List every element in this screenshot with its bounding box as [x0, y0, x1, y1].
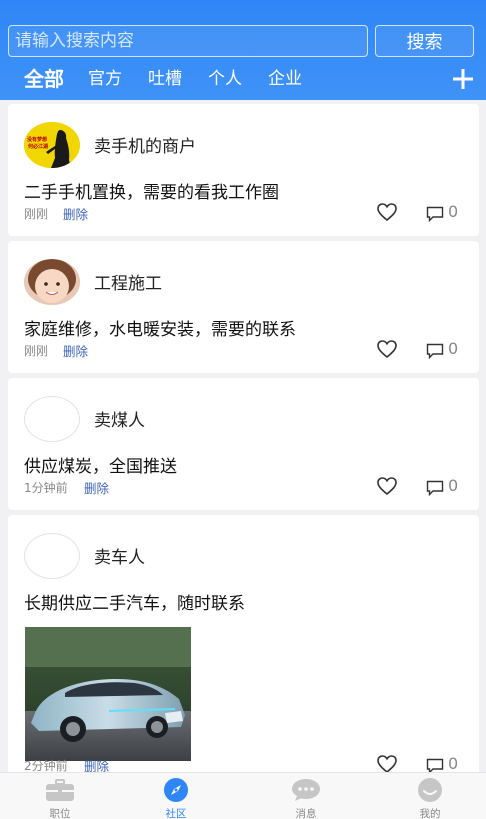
post-content: 长期供应二手汽车，随时联系 [24, 594, 245, 614]
post-time: 2分钟前 [24, 759, 68, 772]
delete-button[interactable]: 删除 [63, 204, 88, 223]
comment-count: 0 [448, 476, 459, 495]
tab-enterprise[interactable]: 企业 [268, 66, 302, 92]
avatar [24, 259, 80, 305]
avatar [24, 396, 80, 442]
post-card[interactable]: 卖煤人 供应煤炭，全国推送 1分钟前 删除 0 [8, 378, 479, 510]
heart-icon[interactable] [376, 476, 398, 496]
avatar-text-line-2: 何必江湖 [28, 144, 49, 150]
post-image[interactable] [25, 627, 191, 761]
comment-icon[interactable] [426, 480, 444, 496]
comment-icon[interactable] [426, 206, 444, 222]
heart-icon[interactable] [376, 754, 398, 772]
post-content: 二手手机置换，需要的看我工作圈 [24, 183, 279, 203]
comment-icon[interactable] [426, 758, 444, 772]
post-card[interactable]: 没有梦想 何必江湖 卖手机的商户 二手手机置换，需要的看我工作圈 刚刚 删除 0 [8, 104, 479, 236]
post-time: 刚刚 [24, 207, 49, 221]
search-input[interactable] [8, 25, 368, 57]
post-content: 家庭维修，水电暖安装，需要的联系 [24, 320, 296, 340]
avatar [24, 533, 80, 579]
post-card[interactable]: 工程施工 家庭维修，水电暖安装，需要的联系 刚刚 删除 0 [8, 241, 479, 373]
tab-personal[interactable]: 个人 [208, 66, 242, 92]
briefcase-icon [46, 779, 74, 801]
post-card[interactable]: 卖车人 长期供应二手汽车，随时联系 2分钟前 删除 0 [8, 515, 479, 772]
heart-icon[interactable] [376, 339, 398, 359]
nav-me[interactable]: 我的 [390, 773, 470, 819]
header: 搜索 全部 官方 吐槽 个人 企业 [0, 0, 486, 100]
post-content: 供应煤炭，全国推送 [24, 457, 177, 477]
smiley-icon [418, 778, 442, 802]
nav-jobs-label: 职位 [49, 808, 71, 819]
nav-messages-label: 消息 [295, 808, 317, 819]
chat-icon [292, 779, 320, 801]
post-feed: 没有梦想 何必江湖 卖手机的商户 二手手机置换，需要的看我工作圈 刚刚 删除 0… [0, 100, 486, 772]
nav-community[interactable]: 社区 [136, 773, 216, 819]
comment-icon[interactable] [426, 343, 444, 359]
add-icon[interactable] [452, 68, 474, 90]
heart-icon[interactable] [376, 202, 398, 222]
avatar: 没有梦想 何必江湖 [24, 122, 80, 168]
nav-me-label: 我的 [419, 808, 441, 819]
compass-icon [164, 778, 188, 802]
post-username: 工程施工 [94, 274, 162, 294]
nav-messages[interactable]: 消息 [266, 773, 346, 819]
nav-community-label: 社区 [165, 808, 187, 819]
post-time: 刚刚 [24, 344, 49, 358]
post-time: 1分钟前 [24, 481, 68, 495]
tab-all[interactable]: 全部 [24, 66, 64, 92]
comment-count: 0 [448, 754, 459, 772]
avatar-image [24, 259, 80, 305]
delete-button[interactable]: 删除 [84, 478, 109, 497]
search-button[interactable]: 搜索 [375, 25, 474, 57]
delete-button[interactable]: 删除 [84, 756, 109, 772]
post-username: 卖车人 [94, 548, 145, 568]
bottom-nav: 职位 社区 消息 我的 [0, 772, 486, 819]
delete-button[interactable]: 删除 [63, 341, 88, 360]
nav-jobs[interactable]: 职位 [20, 773, 100, 819]
comment-count: 0 [448, 339, 459, 358]
tab-complaints[interactable]: 吐槽 [148, 66, 182, 92]
avatar-text-line-1: 没有梦想 [27, 137, 48, 143]
tab-official[interactable]: 官方 [88, 66, 122, 92]
category-tabs: 全部 官方 吐槽 个人 企业 [24, 66, 328, 92]
post-username: 卖手机的商户 [94, 137, 196, 157]
post-username: 卖煤人 [94, 411, 145, 431]
comment-count: 0 [448, 202, 459, 221]
